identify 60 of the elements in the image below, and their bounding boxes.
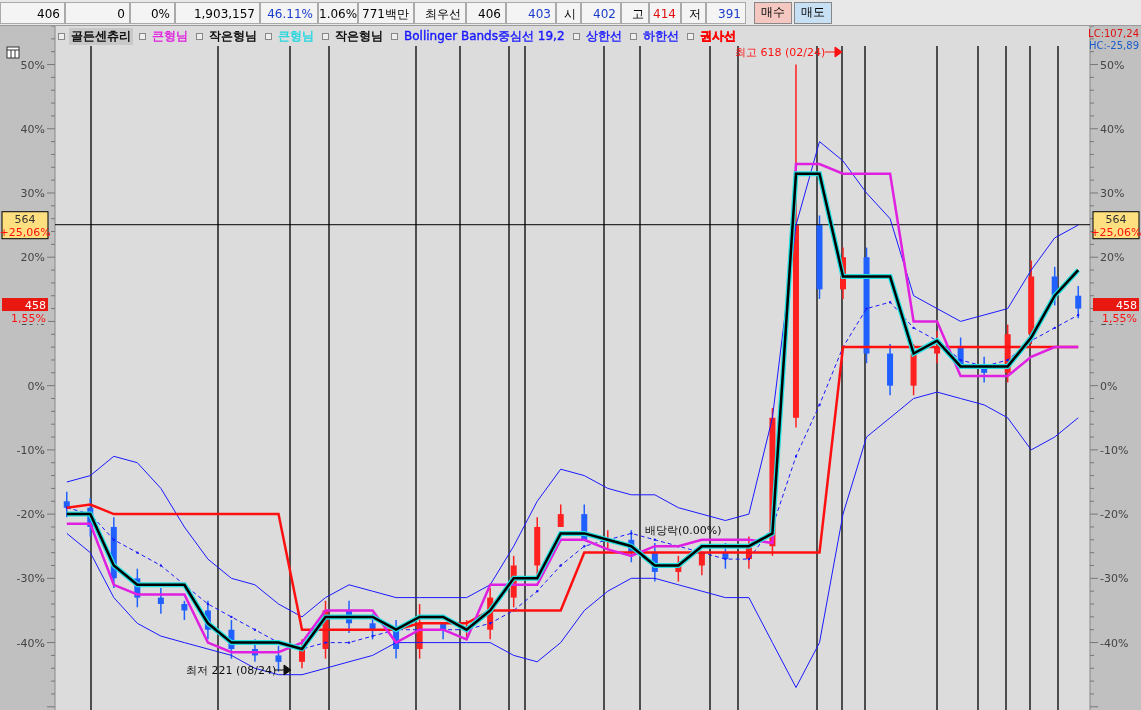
corner-label: LC:107,24 [1088, 28, 1139, 39]
legend-checkbox[interactable] [629, 33, 637, 40]
legend-checkbox[interactable] [322, 33, 329, 40]
axis-label: 40% [1100, 122, 1125, 136]
legend-item[interactable]: 상한선 [583, 28, 624, 45]
sell-button[interactable]: 매도 [794, 1, 832, 24]
axis-label: 0% [1100, 379, 1118, 393]
candlestick [157, 587, 164, 615]
axis-label: -20% [1100, 508, 1129, 522]
axis-label: 30% [1100, 187, 1125, 200]
axis-label: 50% [20, 58, 45, 72]
candlestick [63, 490, 70, 519]
quote-cell: 최우선 [414, 1, 466, 24]
grid-icon [6, 46, 20, 59]
legend-item[interactable]: 작은형님 [207, 28, 259, 45]
candlestick [1075, 285, 1082, 319]
legend-checkbox[interactable] [572, 33, 580, 40]
legend-item[interactable]: 하한선 [640, 28, 681, 45]
legend-checkbox[interactable] [196, 33, 203, 40]
quote-cell: 402 [581, 1, 621, 24]
legend-checkbox[interactable] [265, 33, 272, 40]
axis-label: -20% [16, 508, 45, 522]
legend-item[interactable]: 작은형님 [333, 28, 385, 45]
axis-label: 20% [20, 251, 45, 265]
axis-label: -30% [1100, 572, 1129, 586]
axis-label: 20% [1100, 251, 1125, 265]
corner-label: HC:-25,89 [1088, 40, 1139, 51]
axis-label: 0% [27, 379, 45, 393]
candlestick [934, 330, 941, 364]
quote-cell: 고 [621, 1, 649, 24]
buy-button[interactable]: 매수 [754, 1, 792, 24]
legend-item[interactable]: Bollinger Bands중심선 19,2 [402, 28, 567, 45]
axis-label: 30% [20, 187, 45, 200]
axis-label: 40% [20, 122, 45, 136]
axis-label: -10% [1100, 443, 1129, 457]
axis-label: -40% [1100, 636, 1129, 650]
axis-label: -30% [16, 572, 45, 586]
quote-cell: 0% [130, 1, 175, 24]
quote-cell: 414 [649, 1, 681, 24]
axis-label: 50% [1100, 58, 1125, 72]
legend-checkbox[interactable] [391, 33, 398, 40]
legend-item[interactable]: 골든센츄리 [69, 28, 133, 45]
quote-cell: 시 [556, 1, 581, 24]
legend-checkbox[interactable] [58, 33, 65, 40]
candlestick [181, 600, 188, 621]
candlestick [557, 503, 564, 528]
quote-cell: 46.11% [260, 1, 318, 24]
quote-cell: 391 [706, 1, 746, 24]
quote-cell: 771백만 [358, 1, 414, 24]
quote-cell: 0 [65, 1, 130, 24]
quote-cell: 1,903,157 [175, 1, 260, 24]
quote-cell: 406 [0, 1, 65, 24]
legend-checkbox[interactable] [686, 33, 694, 40]
axis-label: -40% [16, 636, 45, 650]
legend-checkbox[interactable] [139, 33, 146, 40]
quote-cell: 저 [681, 1, 706, 24]
axis-label: -10% [16, 443, 45, 457]
quote-cell: 403 [506, 1, 556, 24]
quote-cell: 1.06% [318, 1, 358, 24]
quote-cell: 406 [466, 1, 506, 24]
